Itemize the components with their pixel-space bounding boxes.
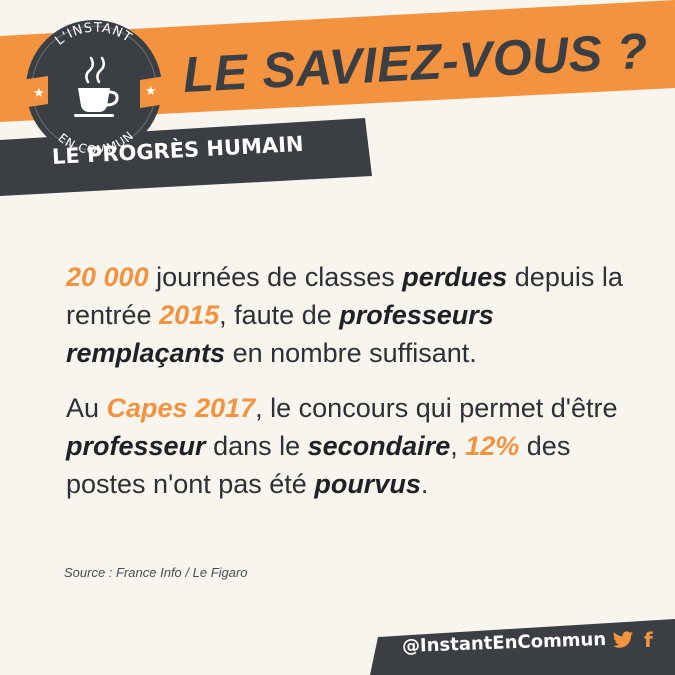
star-icon: ★ — [145, 84, 157, 99]
body-text: , le concours qui permet d'être — [255, 393, 618, 423]
highlight-number: 2015 — [159, 300, 220, 330]
fact-paragraph-2: Au Capes 2017, le concours qui permet d'… — [66, 389, 626, 503]
body-text: en nombre suffisant. — [225, 338, 477, 368]
facebook-icon[interactable]: f — [644, 628, 653, 652]
social-handle-link[interactable]: @InstantEnCommun — [402, 629, 607, 657]
emphasis-text: pourvus — [314, 469, 421, 499]
star-icon: ★ — [33, 86, 45, 101]
source-citation: Source : France Info / Le Figaro — [64, 565, 248, 580]
body-text: , — [450, 431, 466, 461]
fact-paragraph-1: 20 000 journées de classes perdues depui… — [66, 258, 626, 372]
highlight-number: 20 000 — [66, 262, 149, 292]
twitter-icon[interactable] — [612, 630, 634, 654]
body-text: , faute de — [219, 300, 340, 330]
body-text: Au — [66, 393, 107, 423]
emphasis-text: professeur — [66, 431, 206, 461]
body-text: dans le — [205, 431, 308, 461]
highlight-number: 12% — [465, 431, 520, 461]
fact-content: 20 000 journées de classes perdues depui… — [66, 258, 626, 520]
body-text: journées de classes — [148, 262, 403, 292]
highlight-number: Capes 2017 — [106, 393, 256, 423]
emphasis-text: secondaire — [307, 431, 451, 461]
body-text: . — [420, 469, 429, 499]
emphasis-text: perdues — [402, 262, 508, 292]
header-banner: ★ ★ L'INSTANT EN COMMUN LE SAVIEZ-VOUS ? — [0, 0, 675, 196]
